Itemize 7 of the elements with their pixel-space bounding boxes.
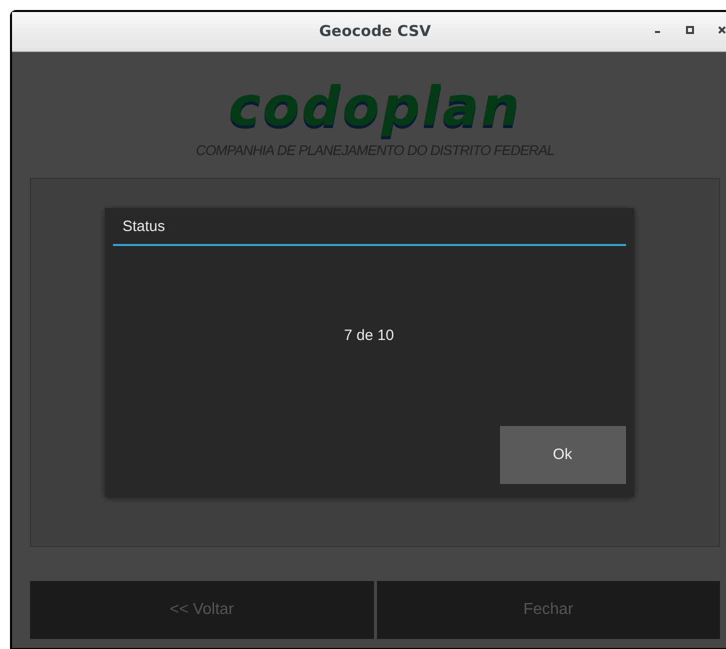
logo-wordmark: codoplan [228, 74, 522, 140]
dialog-title: Status [122, 216, 166, 236]
close-icon[interactable] [718, 26, 726, 34]
status-message: 7 de 10 [344, 326, 394, 346]
window-title: Geocode CSV [319, 21, 431, 42]
ok-button[interactable]: Ok [500, 426, 626, 484]
maximize-icon[interactable] [686, 26, 694, 34]
